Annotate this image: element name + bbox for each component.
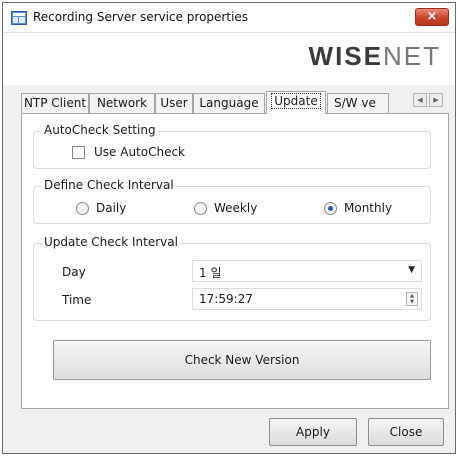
monthly-label: Monthly: [344, 201, 393, 215]
tab-update[interactable]: Update: [266, 91, 326, 114]
chevron-down-icon: ▼: [408, 265, 415, 275]
check-interval-legend: Define Check Interval: [42, 178, 176, 192]
day-label: Day: [62, 265, 86, 279]
use-autocheck-label: Use AutoCheck: [94, 145, 186, 159]
properties-dialog: Recording Server service properties × WI…: [2, 2, 456, 454]
spin-updown-icon[interactable]: ▲ ▼: [406, 292, 418, 306]
logo-part-3: NET: [383, 41, 441, 71]
tab-network[interactable]: Network: [89, 93, 155, 113]
time-label: Time: [62, 293, 92, 307]
tab-strip: NTP Client Network User Language Update …: [21, 91, 449, 114]
time-value: 17:59:27: [199, 292, 253, 306]
monthly-radio[interactable]: [324, 202, 337, 215]
logo-part-1: W: [308, 41, 336, 71]
wisenet-logo: WISENET: [309, 41, 441, 72]
tab-label: NTP Client: [23, 96, 87, 110]
window-title: Recording Server service properties: [33, 10, 249, 24]
apply-button[interactable]: Apply: [269, 418, 357, 446]
tab-scroll-right-button[interactable]: ▶: [429, 93, 443, 107]
tab-ntp-client[interactable]: NTP Client: [21, 93, 89, 113]
app-icon: [11, 11, 27, 25]
window-close-button[interactable]: ×: [415, 8, 449, 26]
autocheck-group: AutoCheck Setting Use AutoCheck: [33, 123, 431, 169]
tab-label: Language: [199, 96, 259, 110]
update-interval-group: Update Check Interval Day 1 일 ▼ Time 17:…: [33, 235, 431, 321]
update-interval-legend: Update Check Interval: [42, 235, 180, 249]
check-interval-group: Define Check Interval Daily Weekly Month…: [33, 178, 431, 224]
weekly-label: Weekly: [214, 201, 258, 215]
tab-language[interactable]: Language: [193, 93, 265, 113]
day-value: 1 일: [199, 266, 222, 280]
tab-scroll-left-button[interactable]: ◀: [413, 93, 427, 107]
time-spinbox[interactable]: 17:59:27 ▲ ▼: [192, 288, 422, 310]
check-new-version-button[interactable]: Check New Version: [53, 340, 431, 380]
tab-user[interactable]: User: [155, 93, 193, 113]
brand-header: WISENET: [3, 33, 455, 85]
weekly-radio[interactable]: [194, 202, 207, 215]
close-button[interactable]: Close: [368, 418, 444, 446]
tab-label: Update: [271, 93, 321, 109]
autocheck-legend: AutoCheck Setting: [42, 123, 158, 137]
tab-sw-version[interactable]: S/W ve: [327, 93, 389, 113]
daily-radio[interactable]: [76, 202, 89, 215]
day-dropdown[interactable]: 1 일 ▼: [192, 260, 422, 282]
tab-label: User: [160, 96, 188, 110]
use-autocheck-checkbox[interactable]: [72, 146, 85, 159]
title-bar: Recording Server service properties ×: [3, 3, 455, 33]
logo-part-2: ISE: [335, 41, 383, 71]
daily-label: Daily: [96, 201, 127, 215]
tab-label: S/W ve: [334, 96, 376, 110]
tab-label: Network: [96, 96, 148, 110]
